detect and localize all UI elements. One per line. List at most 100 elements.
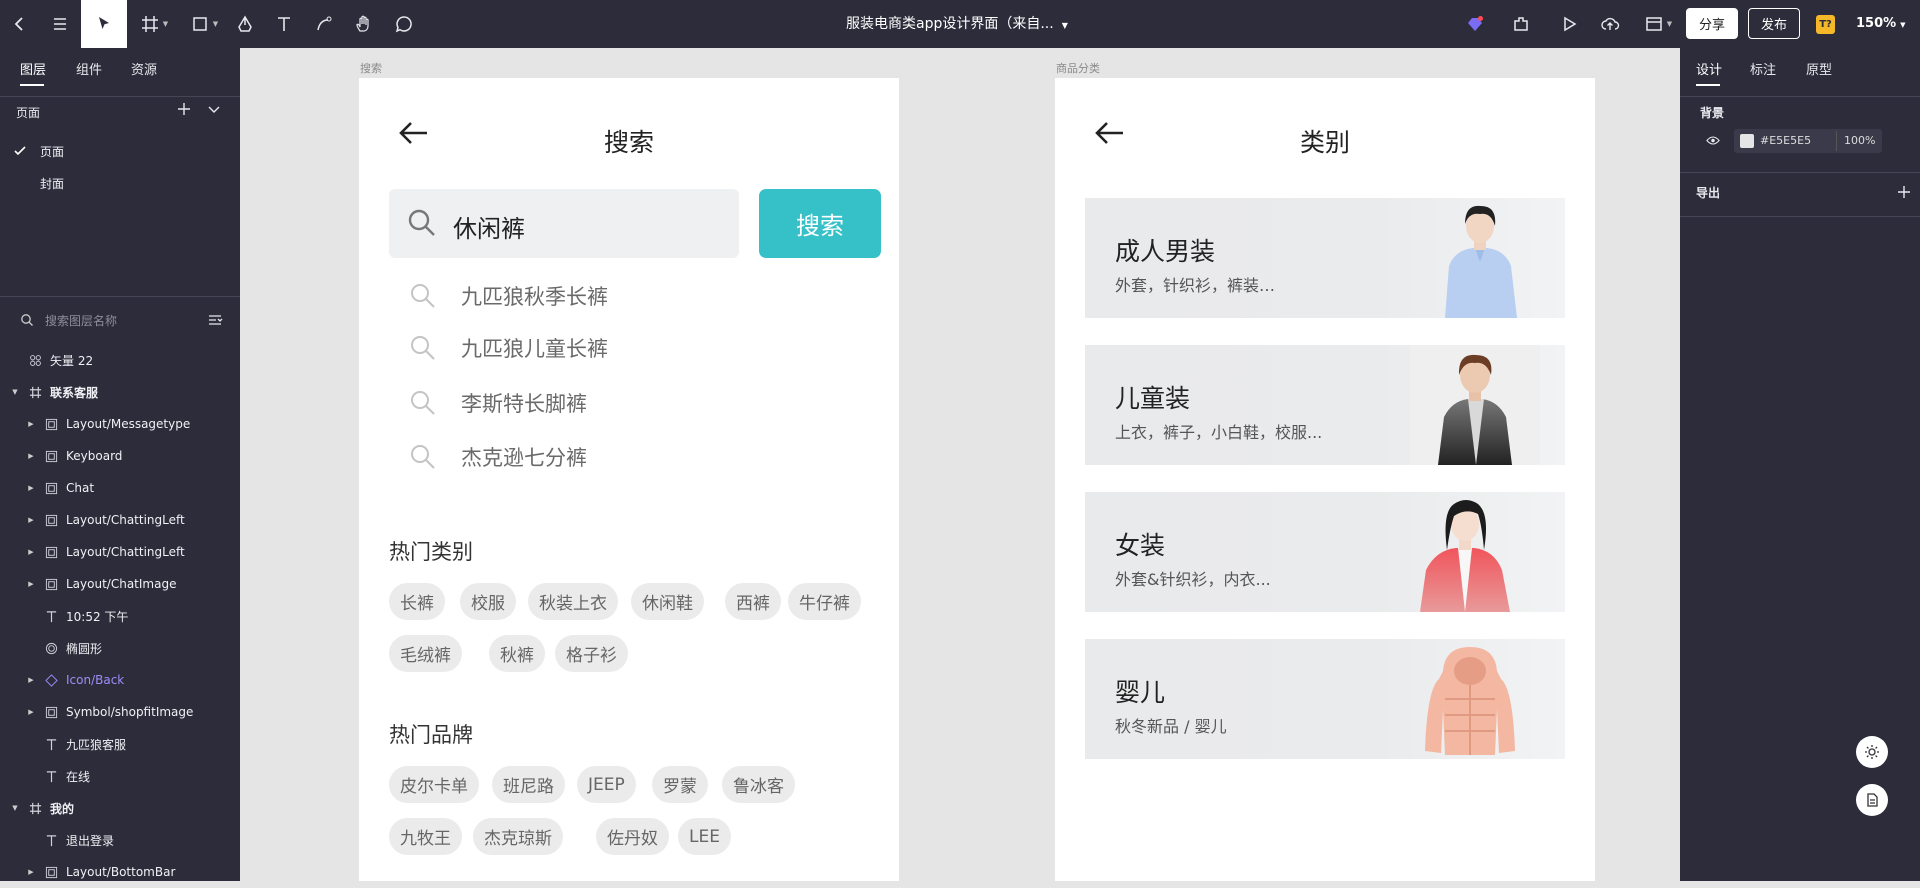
document-title[interactable]: 服装电商类app设计界面（来自... ▼ bbox=[846, 0, 1068, 48]
expand-caret-icon[interactable]: ▶ bbox=[26, 580, 36, 588]
tab-assets[interactable]: 资源 bbox=[131, 59, 157, 78]
comment-tool-icon[interactable] bbox=[393, 0, 415, 48]
layer-row[interactable]: 九匹狼客服 bbox=[0, 728, 240, 760]
layer-row[interactable]: 在线 bbox=[0, 760, 240, 792]
expand-caret-icon[interactable]: ▼ bbox=[10, 804, 20, 812]
team-badge[interactable]: T? bbox=[1816, 15, 1835, 34]
tab-layers[interactable]: 图层 bbox=[20, 59, 46, 78]
tag-chip[interactable]: 班尼路 bbox=[492, 766, 565, 803]
frame-tool-icon[interactable]: ▼ bbox=[136, 0, 172, 48]
opacity-value[interactable]: 100% bbox=[1844, 134, 1875, 147]
share-button[interactable]: 分享 bbox=[1686, 8, 1738, 39]
layer-row[interactable]: ▶ Layout/ChattingLeft bbox=[0, 536, 240, 568]
tag-chip[interactable]: 秋装上衣 bbox=[528, 583, 618, 620]
design-canvas[interactable]: 搜索 搜索 休闲裤 搜索 九匹狼秋季长裤 九匹狼儿童长裤 李斯特长脚裤 杰克逊七分裤 … bbox=[240, 48, 1680, 881]
tag-chip[interactable]: 休闲鞋 bbox=[631, 583, 704, 620]
layout-icon[interactable]: ▼ bbox=[1640, 0, 1676, 48]
move-tool-icon[interactable] bbox=[81, 0, 127, 48]
menu-icon[interactable] bbox=[46, 0, 74, 48]
add-page-icon[interactable] bbox=[176, 101, 192, 117]
expand-caret-icon[interactable]: ▼ bbox=[10, 388, 20, 396]
tag-chip[interactable]: 杰克琼斯 bbox=[473, 818, 563, 855]
expand-caret-icon[interactable]: ▶ bbox=[26, 676, 36, 684]
expand-caret-icon[interactable]: ▶ bbox=[26, 868, 36, 876]
layer-row[interactable]: 退出登录 bbox=[0, 824, 240, 856]
tab-design[interactable]: 设计 bbox=[1696, 59, 1722, 78]
expand-caret-icon[interactable]: ▶ bbox=[26, 516, 36, 524]
collapse-pages-icon[interactable] bbox=[206, 101, 222, 117]
category-card[interactable]: 成人男装 外套，针织衫，裤装… bbox=[1085, 198, 1565, 318]
tag-chip[interactable]: 长裤 bbox=[389, 583, 445, 620]
search-frame[interactable]: 搜索 休闲裤 搜索 九匹狼秋季长裤 九匹狼儿童长裤 李斯特长脚裤 杰克逊七分裤 热门类… bbox=[359, 78, 899, 881]
filter-icon[interactable] bbox=[207, 312, 223, 328]
layer-row[interactable]: ▶ Layout/Messagetype bbox=[0, 408, 240, 440]
page-item[interactable]: 封面 bbox=[0, 167, 240, 199]
tag-chip[interactable]: 校服 bbox=[460, 583, 516, 620]
category-frame[interactable]: 类别 成人男装 外套，针织衫，裤装… 儿童装 上衣，裤子，小白鞋，校服... 女… bbox=[1055, 78, 1595, 881]
layer-row[interactable]: ▶ Layout/BottomBar bbox=[0, 856, 240, 888]
background-color-field[interactable]: #E5E5E5 100% bbox=[1734, 129, 1882, 153]
hand-tool-icon[interactable] bbox=[353, 0, 375, 48]
layer-row[interactable]: ▶ Icon/Back bbox=[0, 664, 240, 696]
page-item[interactable]: 页面 bbox=[0, 135, 240, 167]
tab-annotate[interactable]: 标注 bbox=[1750, 59, 1776, 78]
eye-icon[interactable] bbox=[1706, 135, 1720, 146]
tag-chip[interactable]: 格子衫 bbox=[555, 635, 628, 672]
expand-caret-icon[interactable]: ▶ bbox=[26, 548, 36, 556]
play-icon[interactable] bbox=[1558, 0, 1580, 48]
tag-chip[interactable]: 秋裤 bbox=[489, 635, 545, 672]
pen-tool-icon[interactable] bbox=[234, 0, 256, 48]
tag-chip[interactable]: LEE bbox=[678, 818, 731, 855]
expand-caret-icon[interactable]: ▶ bbox=[26, 452, 36, 460]
layer-row[interactable]: ▶ Keyboard bbox=[0, 440, 240, 472]
text-tool-icon[interactable] bbox=[273, 0, 295, 48]
connector-tool-icon[interactable] bbox=[313, 0, 335, 48]
back-icon[interactable] bbox=[6, 0, 34, 48]
frame-label[interactable]: 商品分类 bbox=[1056, 60, 1100, 76]
color-hex[interactable]: #E5E5E5 bbox=[1760, 134, 1811, 147]
layer-search-input[interactable]: 搜索图层名称 bbox=[45, 312, 117, 329]
tag-chip[interactable]: JEEP bbox=[577, 766, 636, 803]
suggestion-item[interactable]: 九匹狼儿童长裤 bbox=[409, 328, 709, 368]
document-icon[interactable] bbox=[1856, 784, 1888, 816]
layer-row[interactable]: ▶ Chat bbox=[0, 472, 240, 504]
expand-caret-icon[interactable]: ▶ bbox=[26, 420, 36, 428]
layer-row[interactable]: 椭圆形 bbox=[0, 632, 240, 664]
layer-row[interactable]: ▶ Symbol/shopfitImage bbox=[0, 696, 240, 728]
tag-chip[interactable]: 牛仔裤 bbox=[788, 583, 861, 620]
suggestion-item[interactable]: 九匹狼秋季长裤 bbox=[409, 276, 709, 316]
tag-chip[interactable]: 罗蒙 bbox=[652, 766, 708, 803]
color-swatch[interactable] bbox=[1740, 134, 1754, 148]
category-card[interactable]: 儿童装 上衣，裤子，小白鞋，校服... bbox=[1085, 345, 1565, 465]
tag-chip[interactable]: 鲁冰客 bbox=[722, 766, 795, 803]
layer-row[interactable]: ▼ 联系客服 bbox=[0, 376, 240, 408]
expand-caret-icon[interactable]: ▶ bbox=[26, 708, 36, 716]
layer-row[interactable]: 10:52 下午 bbox=[0, 600, 240, 632]
search-button[interactable]: 搜索 bbox=[759, 189, 881, 258]
frame-label[interactable]: 搜索 bbox=[360, 60, 382, 76]
theme-toggle-icon[interactable] bbox=[1856, 736, 1888, 768]
layer-row[interactable]: ▶ Layout/ChatImage bbox=[0, 568, 240, 600]
tag-chip[interactable]: 西裤 bbox=[725, 583, 781, 620]
tag-chip[interactable]: 佐丹奴 bbox=[596, 818, 669, 855]
ai-plugin-icon[interactable] bbox=[1462, 0, 1488, 48]
tag-chip[interactable]: 皮尔卡单 bbox=[389, 766, 479, 803]
tag-chip[interactable]: 毛绒裤 bbox=[389, 635, 462, 672]
layer-row[interactable]: 矢量 22 bbox=[0, 344, 240, 376]
category-card[interactable]: 女装 外套&针织衫，内衣... bbox=[1085, 492, 1565, 612]
category-card[interactable]: 婴儿 秋冬新品 / 婴儿 bbox=[1085, 639, 1565, 759]
suggestion-item[interactable]: 李斯特长脚裤 bbox=[409, 383, 709, 423]
shape-tool-icon[interactable]: ▼ bbox=[186, 0, 222, 48]
layer-row[interactable]: ▼ 我的 bbox=[0, 792, 240, 824]
publish-button[interactable]: 发布 bbox=[1748, 8, 1800, 39]
add-export-icon[interactable] bbox=[1896, 184, 1912, 200]
expand-caret-icon[interactable]: ▶ bbox=[26, 484, 36, 492]
search-input[interactable]: 休闲裤 bbox=[389, 189, 739, 258]
upload-cloud-icon[interactable] bbox=[1598, 0, 1622, 48]
tab-components[interactable]: 组件 bbox=[76, 59, 102, 78]
tab-prototype[interactable]: 原型 bbox=[1806, 59, 1832, 78]
plugin-icon[interactable] bbox=[1508, 0, 1534, 48]
tag-chip[interactable]: 九牧王 bbox=[389, 818, 462, 855]
suggestion-item[interactable]: 杰克逊七分裤 bbox=[409, 437, 709, 477]
zoom-level[interactable]: 150% ▼ bbox=[1856, 0, 1906, 48]
